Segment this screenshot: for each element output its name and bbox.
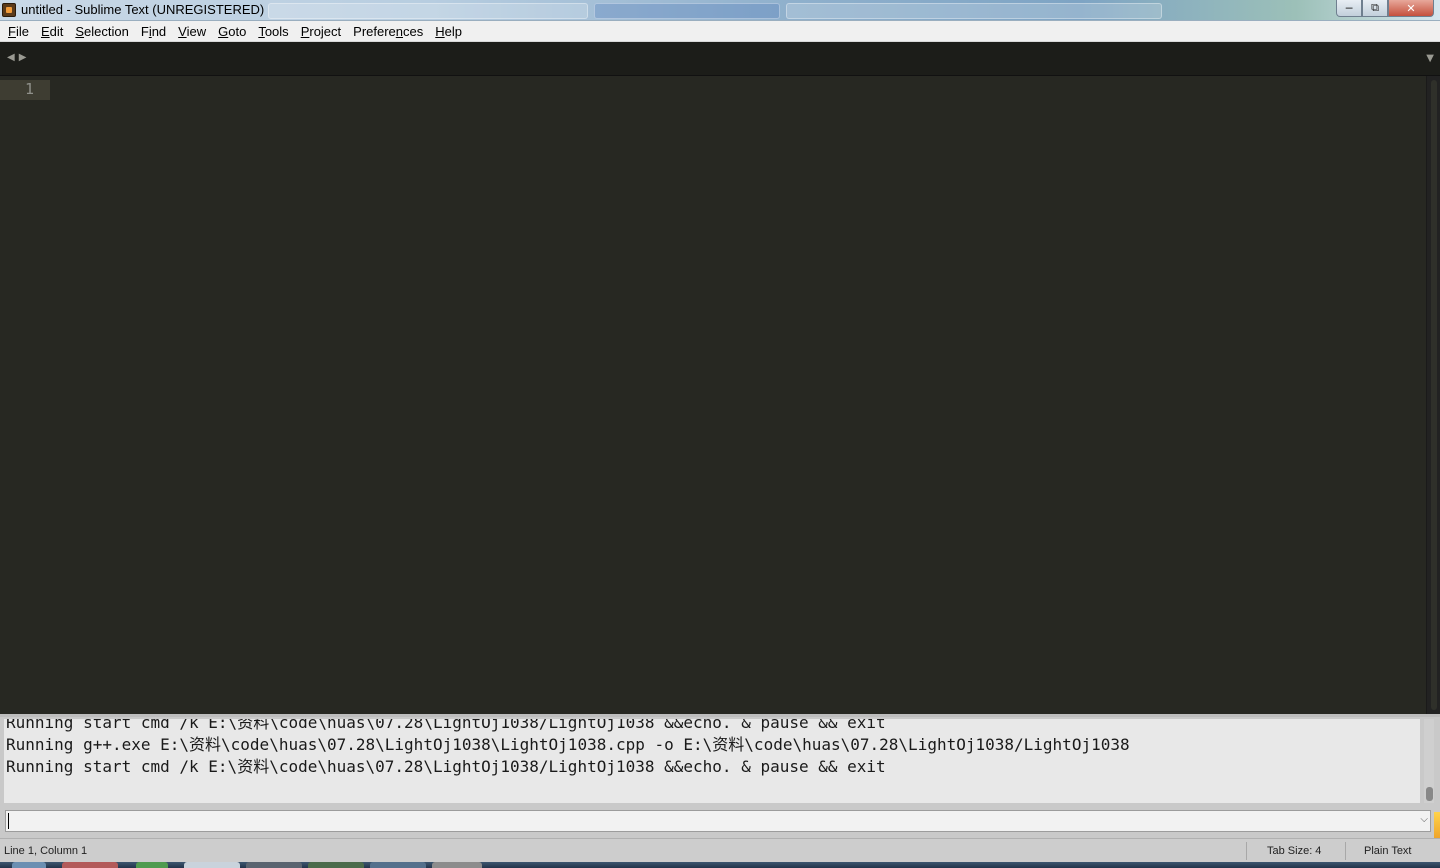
text-caret bbox=[8, 813, 9, 829]
sublime-app-icon[interactable] bbox=[2, 3, 16, 17]
minimize-icon: ─ bbox=[1345, 1, 1353, 15]
menu-goto[interactable]: Goto bbox=[212, 21, 252, 42]
output-scrollbar[interactable] bbox=[1424, 719, 1434, 803]
title-bar: untitled - Sublime Text (UNREGISTERED) ─… bbox=[0, 0, 1440, 21]
tab-strip: ◀▶ ▼ bbox=[0, 42, 1440, 76]
menu-tools[interactable]: Tools bbox=[252, 21, 294, 42]
menu-project[interactable]: Project bbox=[295, 21, 347, 42]
tab-size-selector[interactable]: Tab Size: 4 bbox=[1267, 845, 1321, 857]
build-output-area[interactable]: Running start cmd /k E:\资料\code\huas\07.… bbox=[4, 719, 1420, 803]
tab-nav-arrows-icon[interactable]: ◀▶ bbox=[7, 52, 30, 63]
menu-help[interactable]: Help bbox=[429, 21, 468, 42]
line-number: 1 bbox=[24, 80, 34, 98]
background-window-tab bbox=[268, 3, 588, 19]
status-divider bbox=[1345, 842, 1346, 860]
tab-list-dropdown-icon[interactable]: ▼ bbox=[1426, 53, 1434, 64]
chevron-down-icon[interactable]: ⌵ bbox=[1420, 814, 1428, 825]
os-taskbar bbox=[0, 862, 1440, 868]
output-line: Running start cmd /k E:\资料\code\huas\07.… bbox=[6, 757, 886, 776]
taskbar-app-button[interactable] bbox=[62, 862, 118, 868]
minimize-button[interactable]: ─ bbox=[1336, 0, 1362, 17]
menu-find[interactable]: Find bbox=[135, 21, 172, 42]
window-title: untitled - Sublime Text (UNREGISTERED) bbox=[21, 2, 265, 17]
close-icon: ✕ bbox=[1406, 1, 1416, 15]
taskbar-app-button[interactable] bbox=[308, 862, 364, 868]
taskbar-app-button[interactable] bbox=[370, 862, 426, 868]
menu-view[interactable]: View bbox=[172, 21, 212, 42]
background-window-tab bbox=[594, 3, 780, 19]
taskbar-app-button[interactable] bbox=[136, 862, 168, 868]
restore-icon: ⧉ bbox=[1371, 1, 1379, 14]
taskbar-app-button[interactable] bbox=[432, 862, 482, 868]
start-button[interactable] bbox=[12, 862, 46, 868]
editor-area[interactable]: 1 bbox=[0, 76, 1426, 714]
menu-selection[interactable]: Selection bbox=[69, 21, 134, 42]
status-bar: Line 1, Column 1 Tab Size: 4 Plain Text bbox=[0, 838, 1440, 862]
build-output-panel: Running start cmd /k E:\资料\code\huas\07.… bbox=[0, 714, 1440, 806]
menu-preferences[interactable]: Preferences bbox=[347, 21, 429, 42]
taskbar-app-button[interactable] bbox=[184, 862, 240, 868]
menu-edit[interactable]: Edit bbox=[35, 21, 69, 42]
menu-file[interactable]: File bbox=[2, 21, 35, 42]
taskbar-app-button[interactable] bbox=[246, 862, 302, 868]
line-gutter: 1 bbox=[0, 76, 50, 714]
command-bar: ⌵ bbox=[0, 806, 1440, 838]
menu-bar: File Edit Selection Find View Goto Tools… bbox=[0, 21, 1440, 42]
command-input[interactable] bbox=[5, 810, 1431, 832]
close-button[interactable]: ✕ bbox=[1388, 0, 1434, 17]
background-window-tab bbox=[786, 3, 1162, 19]
restore-button[interactable]: ⧉ bbox=[1362, 0, 1388, 17]
status-divider bbox=[1246, 842, 1247, 860]
output-line: Running start cmd /k E:\资料\code\huas\07.… bbox=[6, 719, 886, 732]
syntax-selector[interactable]: Plain Text bbox=[1364, 845, 1412, 857]
cursor-position: Line 1, Column 1 bbox=[4, 845, 88, 857]
output-line: Running g++.exe E:\资料\code\huas\07.28\Li… bbox=[6, 735, 1130, 754]
editor-scrollbar[interactable] bbox=[1426, 76, 1440, 714]
window-controls: ─ ⧉ ✕ bbox=[1336, 0, 1434, 18]
